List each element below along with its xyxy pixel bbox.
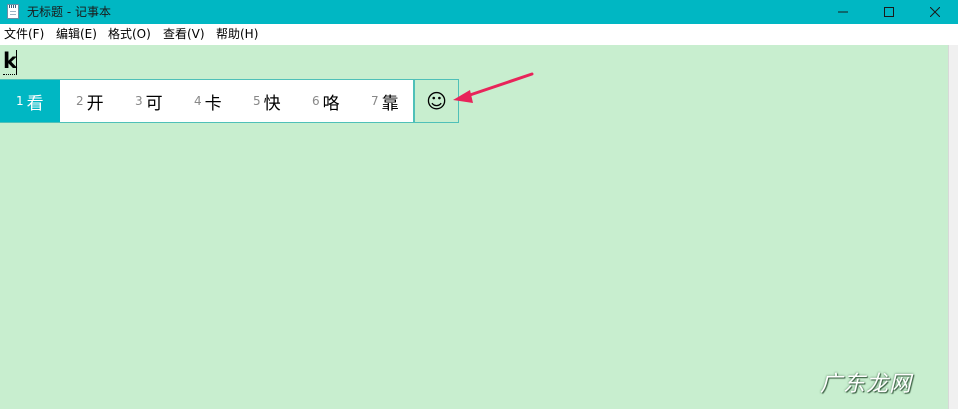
ime-candidate[interactable]: 4卡	[194, 80, 222, 122]
candidate-char: 靠	[381, 93, 399, 114]
menu-edit[interactable]: 编辑(E)	[56, 27, 97, 42]
title-bar[interactable]: 无标题 - 记事本	[0, 0, 958, 24]
candidate-number: 7	[371, 94, 379, 108]
maximize-icon	[884, 7, 894, 17]
menu-file[interactable]: 文件(F)	[4, 27, 44, 42]
candidate-char: 咯	[322, 93, 340, 114]
window-title: 无标题 - 记事本	[27, 5, 111, 19]
ime-candidate[interactable]: 3可	[135, 80, 163, 122]
ime-candidate[interactable]: 2开	[76, 80, 104, 122]
ime-candidate-bar: 1看 2开 3可 4卡 5快 6咯 7靠	[0, 79, 414, 123]
menu-view[interactable]: 查看(V)	[163, 27, 205, 42]
pointer-arrow-annotation	[453, 72, 534, 103]
smiley-icon: ☺	[426, 89, 447, 113]
text-caret	[16, 50, 17, 74]
watermark: 广东龙网	[820, 372, 913, 397]
ime-candidate[interactable]: 6咯	[312, 80, 340, 122]
candidate-number: 5	[253, 94, 261, 108]
candidate-char: 看	[26, 93, 44, 114]
candidate-char: 开	[86, 93, 104, 114]
menu-format[interactable]: 格式(O)	[108, 27, 151, 42]
ime-candidate[interactable]: 7靠	[371, 80, 399, 122]
candidate-number: 2	[76, 94, 84, 108]
maximize-button[interactable]	[866, 0, 912, 24]
ime-candidate[interactable]: 1看	[0, 80, 60, 122]
vertical-scrollbar[interactable]	[948, 45, 958, 409]
candidate-number: 1	[16, 94, 24, 108]
candidate-char: 可	[145, 93, 163, 114]
candidate-number: 6	[312, 94, 320, 108]
candidate-number: 4	[194, 94, 202, 108]
menu-help[interactable]: 帮助(H)	[216, 27, 258, 42]
minimize-button[interactable]	[820, 0, 866, 24]
candidate-char: 卡	[204, 93, 222, 114]
menu-bar: 文件(F) 编辑(E) 格式(O) 查看(V) 帮助(H)	[0, 24, 958, 45]
close-icon	[930, 7, 940, 17]
composition-text: k	[3, 49, 17, 75]
minimize-icon	[838, 11, 848, 13]
close-button[interactable]	[912, 0, 958, 24]
candidate-number: 3	[135, 94, 143, 108]
candidate-char: 快	[263, 93, 281, 114]
ime-candidate[interactable]: 5快	[253, 80, 281, 122]
notepad-icon	[7, 4, 19, 19]
